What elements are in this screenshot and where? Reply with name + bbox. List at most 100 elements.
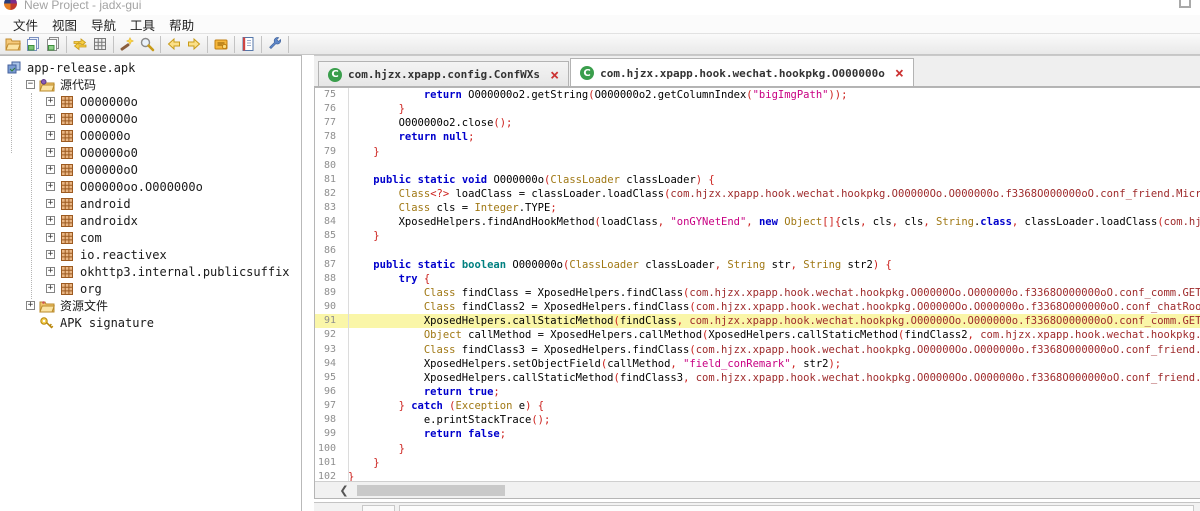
tree-item-package-obf-2[interactable]: + O0000O0o	[0, 110, 301, 127]
panel-splitter[interactable]	[302, 55, 314, 511]
line-number: 76	[323, 103, 336, 115]
code-text: return true;	[423, 385, 500, 398]
code-line-77: 77 O000000o2.close();	[315, 116, 1200, 130]
line-number: 86	[323, 244, 336, 256]
expand-icon[interactable]: +	[46, 199, 55, 208]
package-icon	[59, 230, 75, 246]
expand-icon[interactable]: +	[46, 284, 55, 293]
tree-item-apk-root[interactable]: app-release.apk	[0, 59, 301, 76]
tree-item-label: O000000o	[80, 94, 138, 109]
scroll-left-arrow-icon[interactable]: ❮	[337, 483, 351, 497]
tree-item-package-obf-1[interactable]: + O000000o	[0, 93, 301, 110]
code-text: }	[398, 103, 405, 116]
collapse-icon[interactable]: −	[26, 80, 35, 89]
code-line-91: 91 XposedHelpers.callStaticMethod(findCl…	[315, 314, 1200, 329]
tree-item-resources-folder[interactable]: + 资源文件	[0, 297, 301, 314]
close-tab-icon[interactable]: ×	[895, 66, 904, 81]
close-tab-icon[interactable]: ×	[550, 67, 559, 82]
tree-item-apk-signature[interactable]: APK signature	[0, 314, 301, 331]
expand-icon[interactable]: +	[46, 114, 55, 123]
code-area[interactable]: 75 return O000000o2.getString(O000000o2.…	[315, 88, 1200, 481]
package-icon	[59, 281, 75, 297]
open-file-icon[interactable]	[3, 35, 23, 54]
toolbar-divider	[234, 35, 235, 53]
expand-icon[interactable]: +	[46, 148, 55, 157]
code-line-92: 92 Object callMethod = XposedHelpers.cal…	[315, 328, 1200, 342]
code-line-96: 96 return true;	[315, 385, 1200, 399]
tree-item-package-obf-5[interactable]: + O00000oO	[0, 161, 301, 178]
settings-icon[interactable]	[265, 35, 285, 54]
toolbar-divider	[207, 35, 208, 53]
line-number: 84	[323, 216, 336, 228]
reload-icon[interactable]	[70, 35, 90, 54]
line-number: 78	[323, 131, 336, 143]
code-text: Class cls = Integer.TYPE;	[398, 202, 557, 215]
export-icon[interactable]	[43, 35, 63, 54]
tree-item-package-obf-6[interactable]: + O00000oo.O000000o	[0, 178, 301, 195]
tree-item-package-io-reactivex[interactable]: + io.reactivex	[0, 246, 301, 263]
tree-item-package-androidx[interactable]: + androidx	[0, 212, 301, 229]
code-text: XposedHelpers.setObjectField(callMethod,…	[348, 357, 842, 370]
line-number: 75	[323, 89, 336, 100]
code-line-97: 97 } catch (Exception e) {	[315, 399, 1200, 413]
tab-hookpkg-class[interactable]: Ccom.hjzx.xpapp.hook.wechat.hookpkg.O000…	[570, 58, 914, 87]
search-icon[interactable]	[137, 35, 157, 54]
horizontal-scrollbar[interactable]: ❮	[315, 481, 1200, 498]
line-number: 102	[317, 470, 336, 481]
line-number: 87	[323, 258, 336, 270]
secondary-panel-gutter	[362, 505, 395, 511]
tree-item-source-code-folder[interactable]: − 源代码	[0, 76, 301, 93]
menu-item-5[interactable]: 帮助	[162, 14, 201, 35]
code-line-78: 78 return null;	[315, 130, 1200, 144]
code-line-93: 93 Class findClass3 = XposedHelpers.find…	[315, 343, 1200, 357]
code-text: try {	[398, 272, 431, 285]
expand-icon[interactable]: +	[46, 131, 55, 140]
expand-icon[interactable]: +	[46, 267, 55, 276]
maximize-button[interactable]	[1179, 0, 1191, 8]
key-icon	[39, 315, 55, 331]
certificate-icon[interactable]	[211, 35, 231, 54]
menu-item-1[interactable]: 文件	[6, 14, 45, 35]
folder-code-icon	[39, 77, 55, 93]
code-text: }	[348, 470, 355, 481]
line-number: 82	[323, 187, 336, 199]
code-text: XposedHelpers.callStaticMethod(findClass…	[348, 371, 1200, 384]
deobfuscation-icon[interactable]	[90, 35, 110, 54]
forward-icon[interactable]	[184, 35, 204, 54]
line-number: 93	[323, 343, 336, 355]
tree-item-label: APK signature	[60, 315, 154, 330]
menu-item-2[interactable]: 视图	[45, 14, 84, 35]
tree-item-label: O00000oo.O000000o	[80, 179, 203, 194]
line-number: 101	[317, 456, 336, 468]
package-icon	[59, 264, 75, 280]
scrollbar-thumb[interactable]	[357, 485, 505, 496]
code-line-82: 82 Class<?> loadClass = classLoader.load…	[315, 187, 1200, 201]
back-icon[interactable]	[164, 35, 184, 54]
line-number: 96	[323, 385, 336, 397]
package-icon	[59, 196, 75, 212]
quark-icon[interactable]	[117, 35, 137, 54]
expand-icon[interactable]: +	[46, 182, 55, 191]
code-editor[interactable]: 75 return O000000o2.getString(O000000o2.…	[314, 87, 1200, 499]
tree-item-package-android[interactable]: + android	[0, 195, 301, 212]
expand-icon[interactable]: +	[46, 233, 55, 242]
package-icon	[59, 128, 75, 144]
expand-icon[interactable]: +	[46, 250, 55, 259]
tree-item-label: 资源文件	[60, 299, 109, 313]
tree-item-package-obf-4[interactable]: + O00000o0	[0, 144, 301, 161]
tree-item-package-com[interactable]: + com	[0, 229, 301, 246]
expand-icon[interactable]: +	[46, 216, 55, 225]
expand-icon[interactable]: +	[46, 97, 55, 106]
menu-item-3[interactable]: 导航	[84, 14, 123, 35]
tree-item-package-okhttp3[interactable]: + okhttp3.internal.publicsuffix	[0, 263, 301, 280]
save-all-icon[interactable]	[23, 35, 43, 54]
code-text: Class<?> loadClass = classLoader.loadCla…	[398, 187, 1200, 200]
tab-confwxs[interactable]: Ccom.hjzx.xpapp.config.ConfWXs ×	[318, 61, 570, 87]
tree-item-label: O0000O0o	[80, 111, 138, 126]
tree-item-package-obf-3[interactable]: + O00000o	[0, 127, 301, 144]
menu-item-4[interactable]: 工具	[123, 14, 162, 35]
tree-item-package-org[interactable]: + org	[0, 280, 301, 297]
expand-icon[interactable]: +	[26, 301, 35, 310]
expand-icon[interactable]: +	[46, 165, 55, 174]
log-viewer-icon[interactable]	[238, 35, 258, 54]
